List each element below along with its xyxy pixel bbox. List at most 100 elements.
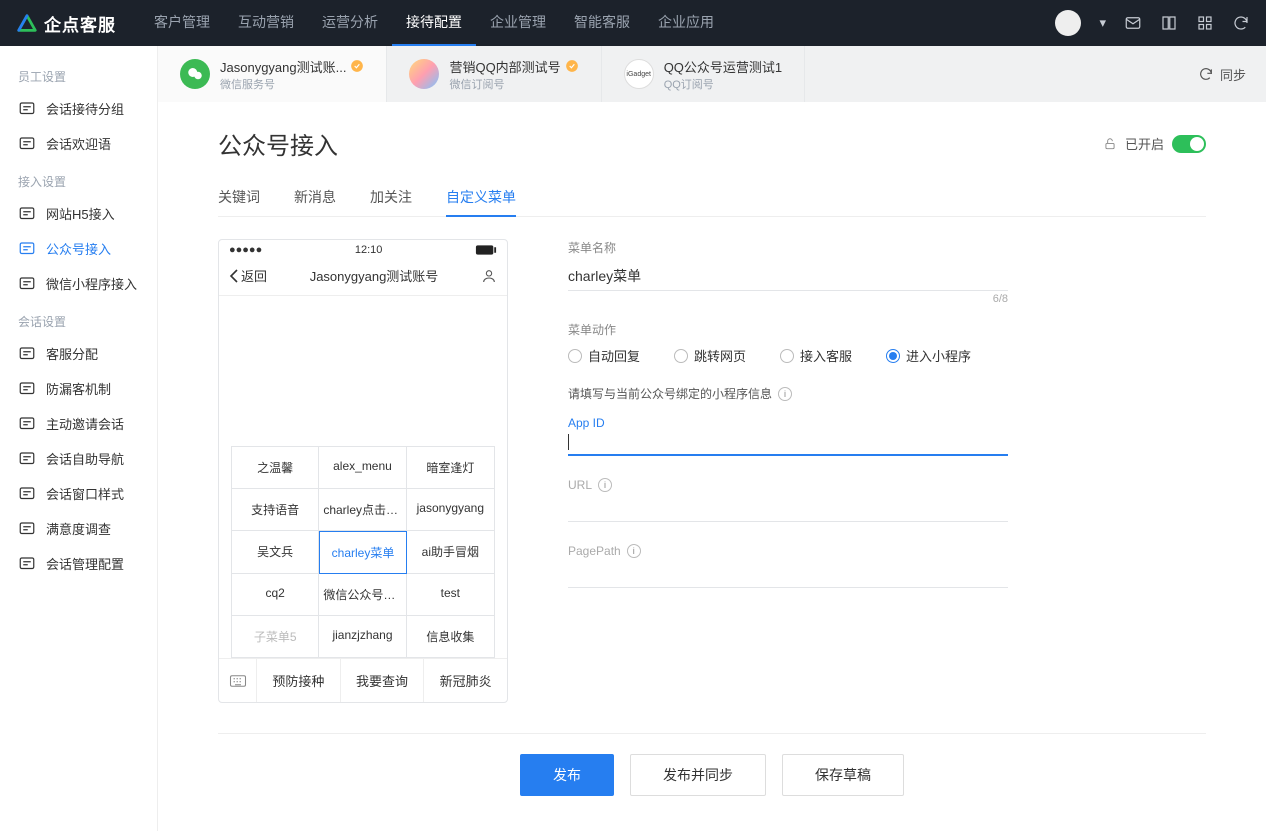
logo-icon bbox=[16, 12, 38, 34]
submenu-cell[interactable]: jianzjzhang bbox=[319, 616, 406, 658]
menu-name-label: 菜单名称 bbox=[568, 239, 1008, 256]
sidebar-item[interactable]: 会话管理配置 bbox=[0, 546, 157, 581]
subtab[interactable]: 加关注 bbox=[370, 179, 412, 216]
sidebar-item[interactable]: 会话窗口样式 bbox=[0, 476, 157, 511]
topnav-item[interactable]: 互动营销 bbox=[224, 0, 308, 46]
sidebar-item-label: 客服分配 bbox=[46, 344, 98, 363]
survey-icon bbox=[18, 520, 36, 538]
brand-name: 企点客服 bbox=[44, 11, 116, 36]
submenu-cell[interactable]: 暗室逢灯 bbox=[407, 447, 494, 489]
submenu-cell[interactable]: 微信公众号语音 bbox=[319, 574, 406, 616]
page-title: 公众号接入 bbox=[218, 126, 338, 161]
chat-group-icon bbox=[18, 100, 36, 118]
main-menu-item[interactable]: 我要查询 bbox=[341, 659, 425, 702]
topnav-item[interactable]: 企业应用 bbox=[644, 0, 728, 46]
book-icon[interactable] bbox=[1160, 14, 1178, 32]
action-radio[interactable]: 接入客服 bbox=[780, 346, 852, 365]
wechat-icon bbox=[18, 240, 36, 258]
sidebar-item[interactable]: 会话接待分组 bbox=[0, 91, 157, 126]
url-input[interactable] bbox=[568, 496, 1008, 522]
submenu-cell[interactable]: 吴文兵 bbox=[232, 531, 319, 574]
account-tab[interactable]: 营销QQ内部测试号微信订阅号 bbox=[387, 46, 601, 102]
info-icon[interactable]: i bbox=[598, 478, 612, 492]
pagepath-label: PagePathi bbox=[568, 544, 1008, 558]
menu-name-input[interactable] bbox=[568, 262, 1008, 291]
sidebar-item-label: 会话自助导航 bbox=[46, 449, 124, 468]
submenu-cell[interactable]: 之温馨 bbox=[232, 447, 319, 489]
appid-input[interactable] bbox=[568, 430, 1008, 456]
topnav-item[interactable]: 运营分析 bbox=[308, 0, 392, 46]
submenu-cell[interactable]: test bbox=[407, 574, 494, 616]
enable-label: 已开启 bbox=[1125, 134, 1164, 153]
account-title: QQ公众号运营测试1 bbox=[664, 57, 782, 76]
sidebar-item[interactable]: 会话自助导航 bbox=[0, 441, 157, 476]
invite-icon bbox=[18, 415, 36, 433]
publish-sync-button[interactable]: 发布并同步 bbox=[630, 754, 766, 796]
account-title: Jasonygyang测试账... bbox=[220, 57, 364, 76]
submenu-cell[interactable]: 支持语音 bbox=[232, 489, 319, 531]
submenu-cell[interactable]: 信息收集 bbox=[407, 616, 494, 658]
subtab[interactable]: 新消息 bbox=[294, 179, 336, 216]
enable-toggle[interactable] bbox=[1172, 135, 1206, 153]
sidebar-item-label: 会话接待分组 bbox=[46, 99, 124, 118]
topnav-item[interactable]: 智能客服 bbox=[560, 0, 644, 46]
sidebar-item[interactable]: 网站H5接入 bbox=[0, 196, 157, 231]
sidebar-item[interactable]: 满意度调查 bbox=[0, 511, 157, 546]
sidebar-item[interactable]: 微信小程序接入 bbox=[0, 266, 157, 301]
topnav-item[interactable]: 客户管理 bbox=[140, 0, 224, 46]
submenu-cell[interactable]: 子菜单5 bbox=[232, 616, 319, 658]
save-draft-button[interactable]: 保存草稿 bbox=[782, 754, 904, 796]
topnav-item[interactable]: 企业管理 bbox=[476, 0, 560, 46]
action-radio[interactable]: 自动回复 bbox=[568, 346, 640, 365]
brand-logo: 企点客服 bbox=[16, 11, 116, 36]
keyboard-icon[interactable] bbox=[219, 659, 257, 702]
radio-icon bbox=[674, 349, 688, 363]
grid-icon[interactable] bbox=[1196, 14, 1214, 32]
submenu-cell[interactable]: alex_menu bbox=[319, 447, 406, 489]
info-icon[interactable]: i bbox=[627, 544, 641, 558]
pagepath-input[interactable] bbox=[568, 562, 1008, 588]
user-avatar[interactable] bbox=[1055, 10, 1081, 36]
submenu-cell[interactable]: charley点击接... bbox=[319, 489, 406, 531]
refresh-icon[interactable] bbox=[1232, 14, 1250, 32]
action-radio[interactable]: 跳转网页 bbox=[674, 346, 746, 365]
sidebar-item[interactable]: 主动邀请会话 bbox=[0, 406, 157, 441]
sidebar-item[interactable]: 会话欢迎语 bbox=[0, 126, 157, 161]
sidebar-item[interactable]: 防漏客机制 bbox=[0, 371, 157, 406]
person-icon[interactable] bbox=[481, 268, 497, 284]
action-radio[interactable]: 进入小程序 bbox=[886, 346, 971, 365]
verified-icon bbox=[350, 59, 364, 73]
main-menu-row: 预防接种 我要查询 新冠肺炎 bbox=[219, 658, 507, 702]
sidebar-item-label: 网站H5接入 bbox=[46, 204, 115, 223]
lock-open-icon bbox=[1103, 137, 1117, 151]
miniprog-icon bbox=[18, 275, 36, 293]
submenu-cell[interactable]: cq2 bbox=[232, 574, 319, 616]
greeting-icon bbox=[18, 135, 36, 153]
account-tab[interactable]: Jasonygyang测试账...微信服务号 bbox=[158, 46, 387, 102]
sync-button[interactable]: 同步 bbox=[1178, 46, 1266, 102]
content: Jasonygyang测试账...微信服务号营销QQ内部测试号微信订阅号iGad… bbox=[158, 46, 1266, 831]
topnav-item[interactable]: 接待配置 bbox=[392, 0, 476, 46]
sidebar-item[interactable]: 公众号接入 bbox=[0, 231, 157, 266]
sidebar: 员工设置会话接待分组会话欢迎语接入设置网站H5接入公众号接入微信小程序接入会话设… bbox=[0, 46, 158, 831]
publish-button[interactable]: 发布 bbox=[520, 754, 614, 796]
phone-title: Jasonygyang测试账号 bbox=[310, 266, 439, 285]
account-tab[interactable]: iGadgetQQ公众号运营测试1QQ订阅号 bbox=[602, 46, 805, 102]
info-icon[interactable]: i bbox=[778, 387, 792, 401]
sidebar-item[interactable]: 客服分配 bbox=[0, 336, 157, 371]
submenu-cell[interactable]: ai助手冒烟 bbox=[407, 531, 494, 574]
h5-icon bbox=[18, 205, 36, 223]
submenu-cell[interactable]: charley菜单 bbox=[319, 531, 406, 574]
main-menu-item[interactable]: 新冠肺炎 bbox=[424, 659, 507, 702]
hint-line: 请填写与当前公众号绑定的小程序信息 i bbox=[568, 385, 1008, 402]
config-icon bbox=[18, 555, 36, 573]
account-logo bbox=[409, 59, 439, 89]
submenu-cell[interactable]: jasonygyang bbox=[407, 489, 494, 531]
main-menu-item[interactable]: 预防接种 bbox=[257, 659, 341, 702]
mail-icon[interactable] bbox=[1124, 14, 1142, 32]
caret-down-icon[interactable]: ▾ bbox=[1099, 15, 1106, 31]
subtab[interactable]: 关键词 bbox=[218, 179, 260, 216]
sidebar-item-label: 会话管理配置 bbox=[46, 554, 124, 573]
phone-back-button[interactable]: 返回 bbox=[229, 266, 267, 285]
subtab[interactable]: 自定义菜单 bbox=[446, 179, 516, 217]
